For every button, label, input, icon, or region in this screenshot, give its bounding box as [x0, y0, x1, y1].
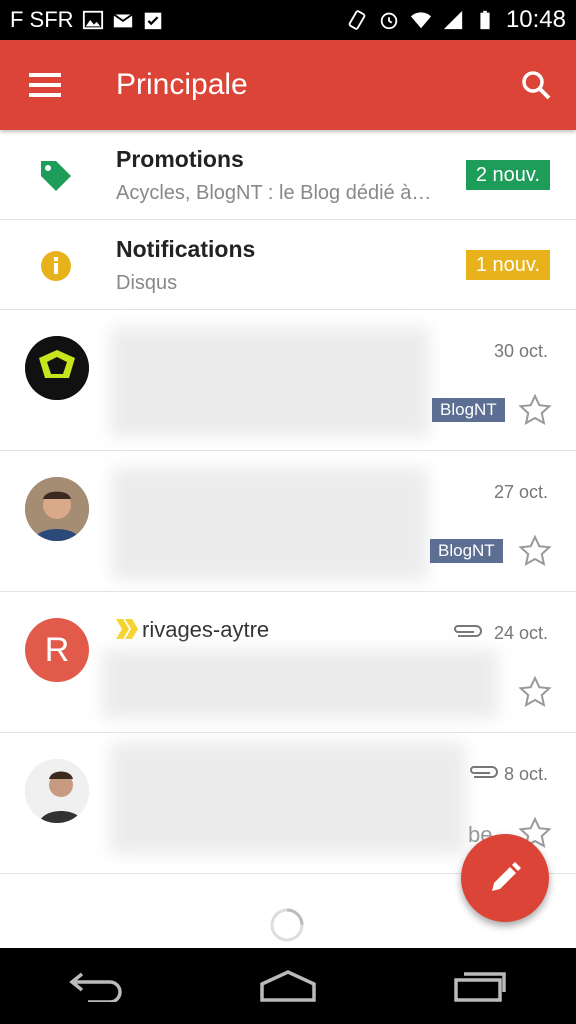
email-date: 24 oct. — [493, 623, 548, 643]
sender-avatar[interactable] — [25, 759, 89, 823]
sender-avatar[interactable] — [25, 336, 89, 400]
blurred-preview — [102, 649, 498, 719]
alarm-icon — [380, 12, 398, 30]
email-label: BlogNT — [430, 539, 503, 563]
email-label: BlogNT — [432, 398, 505, 422]
loading-spinner-icon — [270, 908, 304, 942]
category-subtitle: Acycles, BlogNT : le Blog dédié à la… — [116, 182, 436, 204]
email-row[interactable]: R rivages-aytre 24 oct. — [0, 593, 576, 733]
wifi-icon — [410, 12, 432, 29]
star-icon[interactable] — [518, 393, 552, 427]
search-icon — [522, 71, 551, 100]
app-bar: Principale — [0, 40, 576, 130]
new-count-badge: 1 nouv. — [465, 250, 550, 280]
signal-icon — [443, 10, 463, 30]
star-icon[interactable] — [518, 675, 552, 709]
photo-avatar-icon — [25, 759, 89, 823]
category-subtitle: Disqus — [116, 272, 178, 294]
image-icon — [82, 10, 103, 30]
compose-button[interactable] — [461, 834, 549, 922]
email-date: 30 oct. — [493, 341, 548, 361]
email-date: 8 oct. — [503, 764, 548, 784]
vibrate-icon — [348, 10, 366, 30]
category-title: Notifications — [116, 236, 256, 262]
blurred-preview — [112, 468, 428, 580]
sender-avatar[interactable]: R — [25, 618, 89, 682]
info-icon — [41, 251, 71, 281]
recents-icon — [454, 972, 506, 1002]
back-button[interactable] — [56, 956, 136, 1016]
menu-button[interactable] — [0, 40, 90, 130]
search-button[interactable] — [496, 40, 576, 130]
email-row[interactable]: 30 oct. BlogNT — [0, 311, 576, 451]
blurred-preview — [110, 327, 430, 437]
logo-avatar-icon — [25, 336, 89, 400]
blurred-preview — [110, 742, 466, 854]
navigation-bar — [0, 948, 576, 1024]
new-count-badge: 2 nouv. — [465, 160, 550, 190]
page-title: Principale — [116, 68, 248, 101]
attachment-icon — [454, 625, 482, 637]
carrier-label: F SFR — [10, 7, 74, 32]
clock: 10:48 — [505, 6, 566, 33]
tag-icon — [41, 161, 71, 191]
recents-button[interactable] — [440, 956, 520, 1016]
status-bar: F SFR 10:48 — [0, 0, 576, 40]
menu-icon — [29, 73, 61, 97]
sender-avatar[interactable] — [25, 477, 89, 541]
pencil-icon — [492, 862, 521, 891]
home-button[interactable] — [248, 956, 328, 1016]
category-title: Promotions — [116, 146, 244, 172]
email-date: 27 oct. — [493, 482, 548, 502]
importance-marker-icon — [116, 619, 138, 639]
photo-avatar-icon — [25, 477, 89, 541]
star-icon[interactable] — [518, 534, 552, 568]
home-icon — [260, 970, 316, 1002]
category-notifications[interactable]: Notifications Disqus 1 nouv. — [0, 220, 576, 310]
category-promotions[interactable]: Promotions Acycles, BlogNT : le Blog déd… — [0, 130, 576, 220]
mail-icon — [112, 13, 133, 28]
back-icon — [69, 972, 122, 1002]
battery-icon — [480, 10, 490, 30]
email-row[interactable]: 27 oct. BlogNT — [0, 452, 576, 592]
clipboard-check-icon — [144, 12, 161, 30]
attachment-icon — [470, 766, 498, 778]
email-sender: rivages-aytre — [142, 617, 270, 642]
